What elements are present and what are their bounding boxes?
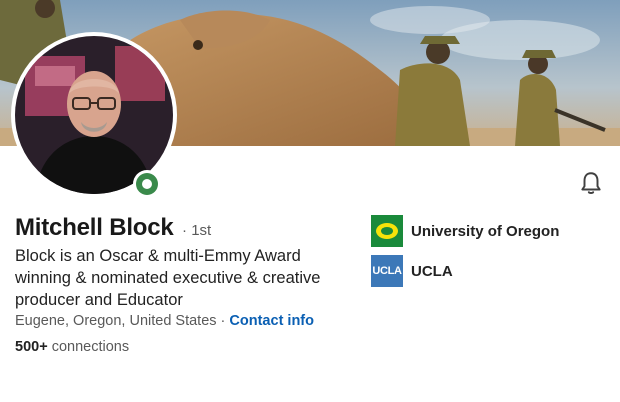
education-name: University of Oregon — [411, 222, 560, 240]
ucla-logo-icon: UCLA — [371, 255, 403, 287]
open-to-work-status-icon — [133, 170, 161, 198]
oregon-o-logo-icon — [371, 215, 403, 247]
connections-label: connections — [47, 339, 130, 355]
profile-location: Eugene, Oregon, United States — [15, 313, 217, 329]
education-item-ucla[interactable]: UCLA UCLA — [371, 255, 453, 287]
connection-degree: · 1st — [182, 222, 212, 239]
education-name: UCLA — [411, 262, 453, 280]
education-item-university-of-oregon[interactable]: University of Oregon — [371, 215, 559, 247]
profile-headline: Block is an Oscar & multi-Emmy Award win… — [15, 247, 321, 309]
location-line: Eugene, Oregon, United States · Contact … — [15, 313, 314, 329]
bell-icon[interactable] — [578, 170, 604, 196]
profile-name: Mitchell Block — [15, 214, 174, 241]
profile-name-line: Mitchell Block · 1st — [15, 214, 211, 242]
connections-count-line[interactable]: 500+ connections — [15, 339, 129, 355]
connections-count: 500+ — [15, 339, 48, 355]
location-separator: · — [216, 313, 230, 329]
contact-info-link[interactable]: Contact info — [229, 313, 314, 329]
